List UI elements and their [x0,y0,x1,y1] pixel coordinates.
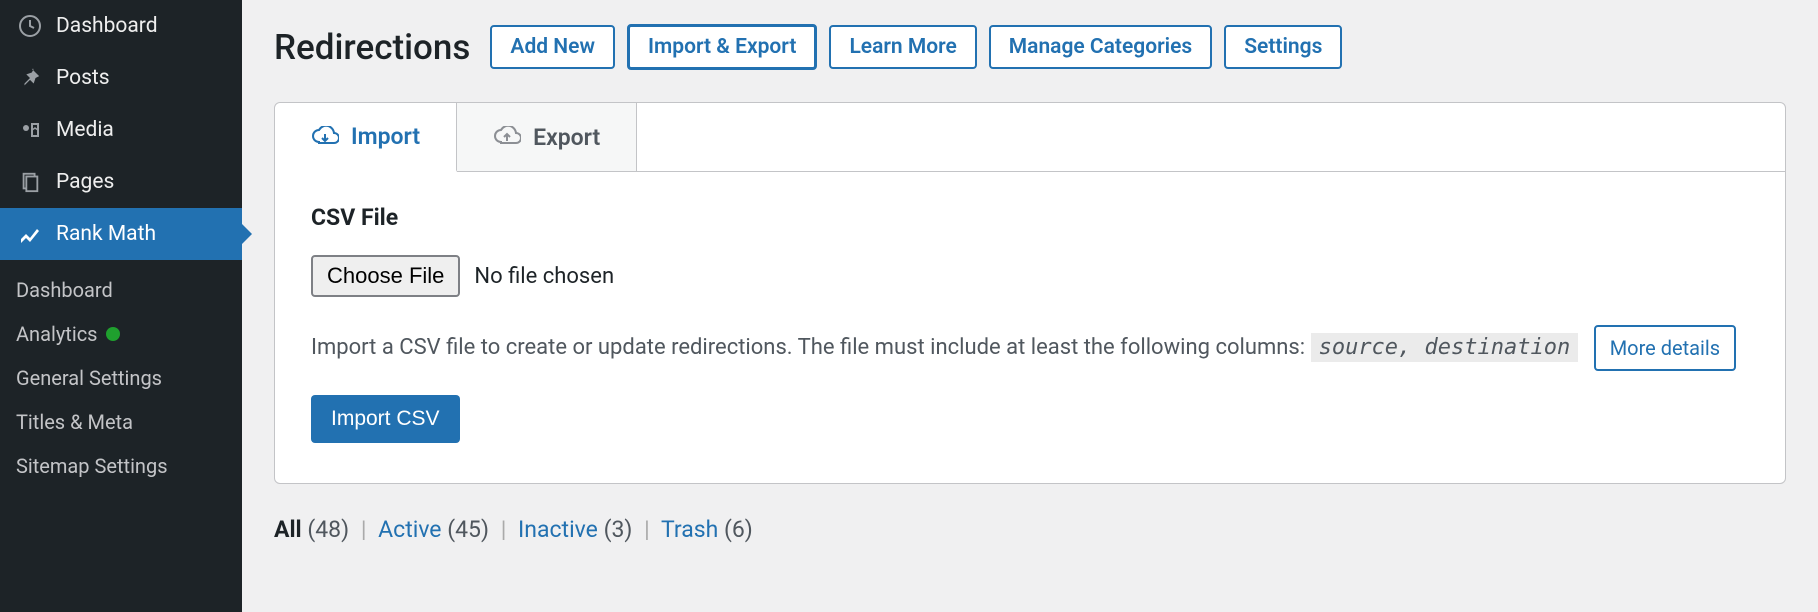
tab-import[interactable]: Import [275,103,457,172]
tab-label: Import [351,123,420,150]
add-new-button[interactable]: Add New [490,25,615,69]
submenu-dashboard[interactable]: Dashboard [0,268,242,312]
pin-icon [16,64,44,92]
import-export-panel: Import Export CSV File Choose File No fi… [274,102,1786,484]
filter-active[interactable]: Active [378,516,441,543]
import-export-button[interactable]: Import & Export [627,24,817,70]
menu-label: Pages [56,170,114,194]
menu-rank-math[interactable]: Rank Math [0,208,242,260]
rank-math-submenu: Dashboard Analytics General Settings Tit… [0,260,242,496]
media-icon [16,116,44,144]
menu-dashboard[interactable]: Dashboard [0,0,242,52]
filter-trash[interactable]: Trash [661,516,718,543]
manage-categories-button[interactable]: Manage Categories [989,25,1212,69]
tabs: Import Export [275,103,1785,172]
menu-label: Media [56,118,114,142]
csv-file-label: CSV File [311,204,1749,231]
tab-export[interactable]: Export [457,103,637,171]
more-details-button[interactable]: More details [1594,325,1736,371]
import-tab-content: CSV File Choose File No file chosen Impo… [275,172,1785,483]
dashboard-icon [16,12,44,40]
pages-icon [16,168,44,196]
submenu-general-settings[interactable]: General Settings [0,356,242,400]
menu-label: Posts [56,66,110,90]
learn-more-button[interactable]: Learn More [829,25,976,69]
filter-inactive[interactable]: Inactive [518,516,598,543]
submenu-analytics[interactable]: Analytics [0,312,242,356]
cloud-download-icon [311,126,339,148]
filter-all[interactable]: All [274,516,302,543]
admin-sidebar: Dashboard Posts Media Pages Rank Math [0,0,242,612]
file-status: No file chosen [474,264,614,289]
menu-media[interactable]: Media [0,104,242,156]
status-dot-icon [106,327,120,341]
page-header: Redirections Add New Import & Export Lea… [274,24,1786,70]
submenu-sitemap-settings[interactable]: Sitemap Settings [0,444,242,488]
status-filters: All (48) | Active (45) | Inactive (3) | … [274,516,1786,543]
main-content: Redirections Add New Import & Export Lea… [242,0,1818,612]
menu-label: Rank Math [56,222,156,246]
menu-posts[interactable]: Posts [0,52,242,104]
import-description: Import a CSV file to create or update re… [311,325,1749,371]
choose-file-button[interactable]: Choose File [311,255,460,297]
chart-icon [16,220,44,248]
settings-button[interactable]: Settings [1224,25,1342,69]
menu-label: Dashboard [56,14,158,38]
cloud-upload-icon [493,126,521,148]
columns-code: source, destination [1311,333,1579,362]
page-title: Redirections [274,27,470,68]
menu-pages[interactable]: Pages [0,156,242,208]
import-csv-button[interactable]: Import CSV [311,395,460,443]
submenu-titles-meta[interactable]: Titles & Meta [0,400,242,444]
tab-label: Export [533,124,600,151]
